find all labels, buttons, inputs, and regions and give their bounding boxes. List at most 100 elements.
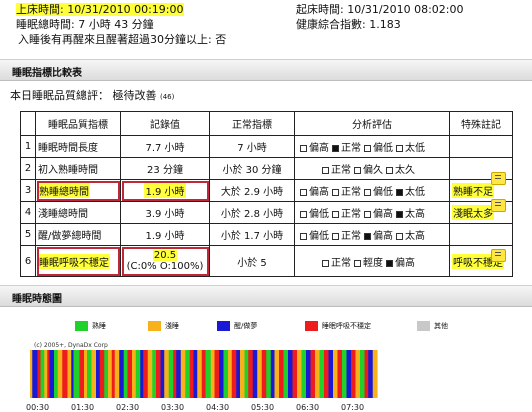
option-label: 正常: [331, 165, 351, 176]
hypnogram-segment: [219, 350, 224, 398]
hypnogram-segment: [30, 350, 33, 398]
hypnogram-segment: [257, 350, 263, 398]
hypnogram-segment: [364, 350, 369, 398]
hypnogram-segment: [79, 350, 85, 398]
hypnogram-segment: [147, 350, 153, 398]
hypnogram-segment: [67, 350, 72, 398]
table-row: 3 熟睡總時間 1.9 小時 大於 2.9 小時 偏高 正常 偏低 太低 熟睡不足: [20, 179, 513, 202]
col-header-metric: 睡眠品質指標: [35, 111, 121, 136]
row-number: 3: [20, 179, 36, 202]
hypnogram-segment: [270, 350, 275, 398]
hypnogram-segment: [197, 350, 203, 398]
normal-range: 大於 2.9 小時: [209, 179, 295, 202]
checkbox-icon: [322, 259, 329, 267]
analysis-options: 偏低 正常 偏高 太高: [294, 223, 450, 246]
hypnogram-segment: [328, 350, 334, 398]
normal-range: 小於 2.8 小時: [209, 201, 295, 224]
hypnogram-segment: [173, 350, 177, 398]
legend-label: 熟睡: [92, 322, 106, 330]
hypnogram-segment: [176, 350, 182, 398]
checkbox-icon: [300, 233, 307, 240]
checkbox-icon: [364, 145, 371, 152]
option-label: 太高: [405, 209, 425, 220]
record-value-detail: (C:0% O:100%): [126, 261, 204, 272]
hypnogram-segment: [57, 350, 63, 398]
option-label: 正常: [341, 143, 361, 154]
hypnogram-segment: [40, 350, 45, 398]
hypnogram-segment: [37, 350, 41, 398]
row-number: 1: [20, 135, 36, 158]
record-value: 20.5: [152, 250, 178, 261]
option-label: 正常: [341, 231, 361, 242]
hypnogram-segment: [266, 350, 272, 398]
hypnogram-segment: [32, 350, 38, 398]
analysis-options: 偏低 正常 偏高 太高: [294, 201, 450, 224]
hypnogram-segment: [193, 350, 198, 398]
hypnogram-segment: [297, 350, 302, 398]
comment-note-icon[interactable]: [491, 249, 506, 262]
legend-item: 睡眠呼吸不穩定: [305, 321, 371, 331]
copyright-text: (c) 2005+, DynaDx Corp: [34, 342, 108, 349]
table-header-row: 睡眠品質指標 記錄值 正常指標 分析評估 特殊註記: [20, 111, 513, 136]
legend-label: 淺睡: [165, 322, 179, 330]
record-value-cell: 3.9 小時: [120, 201, 210, 224]
comment-note-icon[interactable]: [491, 199, 506, 212]
hypnogram-segment: [261, 350, 267, 398]
sleep-metrics-table: 睡眠品質指標 記錄值 正常指標 分析評估 特殊註記 1 睡眠時間長度 7.7 小時 7…: [20, 111, 513, 277]
row-number: 5: [20, 223, 36, 246]
option-label: 偏高: [373, 231, 393, 242]
hypnogram-segment: [91, 350, 97, 398]
option-label: 太高: [405, 231, 425, 242]
comment-note-icon[interactable]: [491, 172, 506, 185]
hypnogram-segment: [104, 350, 109, 398]
hypnogram-segment: [324, 350, 329, 398]
row-number: 6: [20, 245, 36, 277]
checkbox-icon: [354, 259, 361, 267]
hypnogram-segment: [351, 350, 356, 398]
hypnogram-segment: [310, 350, 316, 398]
hypnogram-segment: [160, 350, 165, 398]
option-label: 太低: [405, 143, 425, 154]
hypnogram-segment: [205, 350, 212, 398]
hypnogram-segment: [236, 350, 241, 398]
checkbox-icon: [300, 189, 307, 196]
metric-name: 熟睡總時間: [35, 179, 121, 202]
option-label: 偏高: [395, 257, 415, 269]
hypnogram-segment: [152, 350, 157, 398]
hypnogram-segment: [283, 350, 289, 398]
special-note: [449, 135, 513, 158]
table-row: 6 睡眠呼吸不穩定 20.5 (C:0% O:100%) 小於 5 正常 輕度 偏高 呼吸不穩定: [20, 245, 513, 277]
analysis-options: 偏高 正常 偏低 太低: [294, 135, 450, 158]
option-label: 正常: [341, 187, 361, 198]
hypnogram-segment: [108, 350, 113, 398]
table-row: 4 淺睡總時間 3.9 小時 小於 2.8 小時 偏低 正常 偏高 太高 淺眠太多: [20, 201, 513, 224]
option-label: 偏低: [309, 231, 329, 242]
record-value-cell: 1.9 小時: [120, 223, 210, 246]
checkbox-icon: [364, 211, 371, 218]
metric-name: 睡眠呼吸不穩定: [35, 245, 121, 277]
hypnogram-segment: [127, 350, 133, 398]
hypnogram-segment: [54, 350, 59, 398]
hypnogram-segment: [337, 350, 343, 398]
hypnogram-segment: [201, 350, 206, 398]
checkbox-icon: [332, 233, 339, 240]
sleep-quality-summary: 本日睡眠品質總評： 極待改善 (46): [10, 89, 175, 102]
hypnogram-chart: [30, 350, 505, 398]
checkbox-icon: [364, 189, 371, 196]
analysis-options: 正常 輕度 偏高: [294, 245, 450, 277]
table-row: 2 初入熟睡時間 23 分鐘 小於 30 分鐘 正常 偏久 太久: [20, 157, 513, 180]
option-label: 偏久: [363, 165, 383, 176]
hypnogram-segment: [62, 350, 68, 398]
option-label: 偏低: [373, 143, 393, 154]
checkbox-icon: [300, 145, 307, 152]
hypnogram-segment: [49, 350, 55, 398]
special-note: [449, 223, 513, 246]
health-index-text: 健康綜合指數: 1.183: [296, 18, 401, 31]
hypnogram-segment: [368, 350, 374, 398]
hypnogram-segment: [135, 350, 141, 398]
col-header-analysis: 分析評估: [294, 111, 450, 136]
hypnogram-segment: [73, 350, 80, 398]
legend-swatch: [417, 321, 430, 331]
checkbox-icon: [386, 167, 393, 174]
sleep-duration-text: 睡眠總時間: 7 小時 43 分鐘: [16, 18, 154, 31]
